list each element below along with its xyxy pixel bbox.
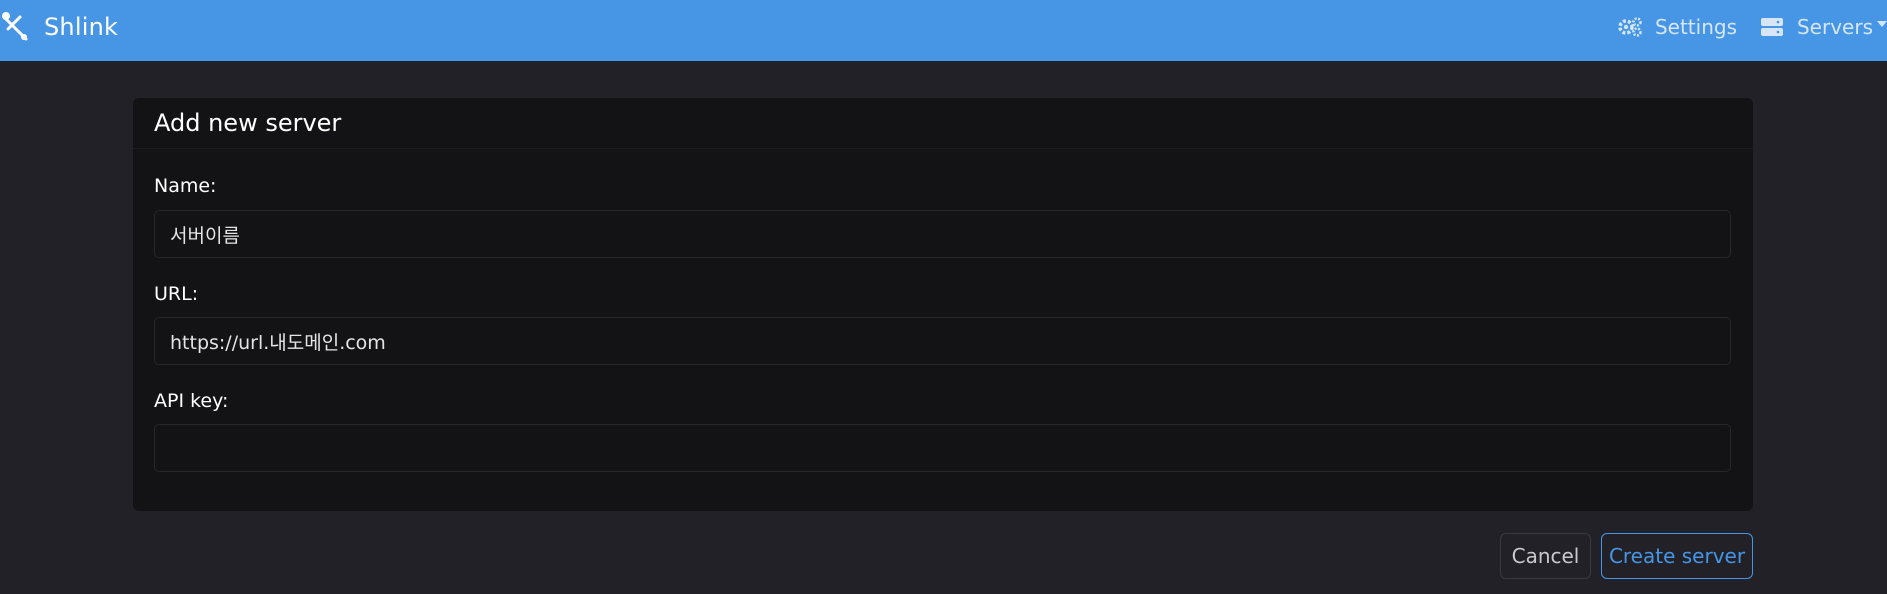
wrench-link-icon [2, 12, 28, 41]
gears-icon [1618, 17, 1642, 37]
top-navbar: Shlink Settings Servers [0, 0, 1887, 61]
brand-name: Shlink [44, 13, 119, 41]
create-server-button[interactable]: Create server [1601, 533, 1753, 579]
nav-right: Settings Servers [1617, 0, 1887, 54]
nav-settings-label: Settings [1654, 15, 1737, 39]
name-label: Name: [154, 175, 217, 197]
card-header: Add new server [133, 98, 1753, 149]
brand-link[interactable]: Shlink [0, 0, 118, 54]
cancel-button[interactable]: Cancel [1500, 533, 1591, 579]
url-input[interactable] [154, 317, 1731, 365]
chevron-down-icon [1877, 21, 1887, 27]
nav-settings-link[interactable]: Settings [1617, 15, 1737, 39]
name-input[interactable] [154, 210, 1731, 258]
api-key-label: API key: [154, 390, 229, 412]
page-title: Add new server [154, 109, 342, 137]
nav-servers-label: Servers [1796, 15, 1873, 39]
api-key-input[interactable] [154, 424, 1731, 472]
url-label: URL: [154, 283, 199, 305]
nav-servers-dropdown[interactable]: Servers [1759, 15, 1887, 39]
add-server-card: Add new server Name: URL: API key: [133, 98, 1753, 511]
server-icon [1760, 18, 1783, 36]
